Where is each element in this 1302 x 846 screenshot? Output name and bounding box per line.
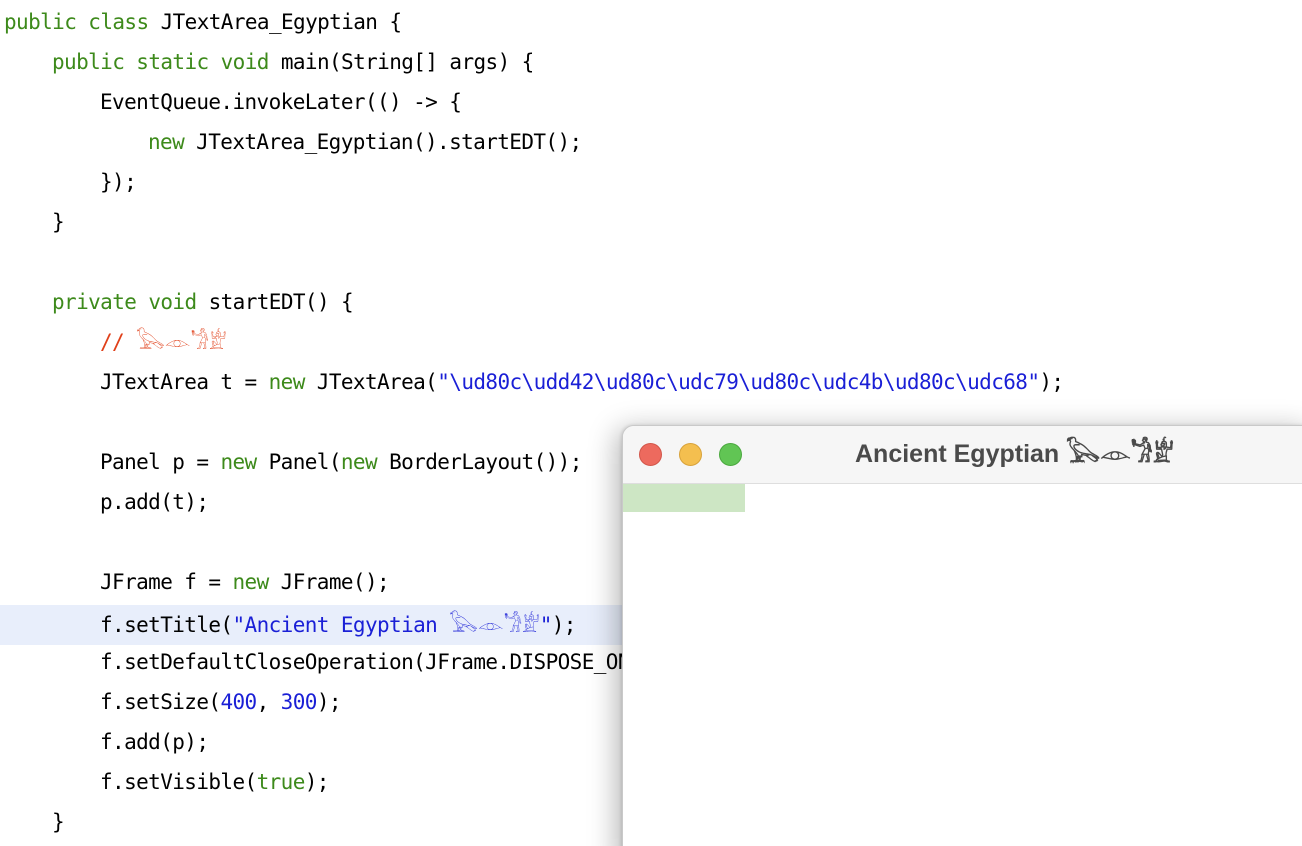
code-line[interactable] [0,242,1302,282]
code-line-text: public static void main(String[] args) { [52,42,534,82]
code-line-text: private void startEDT() { [52,282,354,322]
code-line-text: f.setVisible(true); [100,762,329,802]
code-token: main(String[] args) { [268,50,535,74]
code-line-text: Panel p = new Panel(new BorderLayout()); [100,442,582,482]
code-line[interactable]: public class JTextArea_Egyptian { [0,2,1302,42]
code-keyword: new [232,570,269,594]
code-line-text: // 𓅂𓁹𓁋𓁨 [100,322,227,362]
code-token: JTextArea_Egyptian().startEDT(); [184,130,582,154]
code-token: JFrame(); [268,570,390,594]
code-token: JTextArea( [304,370,438,394]
code-token: f.setVisible( [100,770,257,794]
window-titlebar[interactable]: Ancient Egyptian 𓅂𓁹𓁋𓁨 [623,426,1302,484]
code-comment: 𓅂𓁹𓁋𓁨 [136,330,227,354]
code-token: Panel( [256,450,342,474]
window-minimize-button[interactable] [679,443,702,466]
code-line[interactable]: private void startEDT() { [0,282,1302,322]
code-line-text: EventQueue.invokeLater(() -> { [100,82,462,122]
code-string: "\ud80c\udd42\ud80c\udc79\ud80c\udc4b\ud… [437,370,1040,394]
jtextarea[interactable] [623,484,1302,846]
code-string: "Ancient Egyptian [232,613,450,637]
code-number: 400 [220,690,257,714]
code-token: BorderLayout()); [377,450,582,474]
code-keyword: private void [52,290,197,314]
window-close-button[interactable] [639,443,662,466]
code-line-text: p.add(t); [100,482,209,522]
window-maximize-button[interactable] [719,443,742,466]
code-keyword: public static void [52,50,269,74]
code-line-text: f.setDefaultCloseOperation(JFrame.DISPOS… [100,642,631,682]
code-line-text: f.add(p); [100,722,209,762]
code-token: }); [100,170,137,194]
code-keyword: public class [4,10,149,34]
code-keyword: new [340,450,378,474]
code-line[interactable]: public static void main(String[] args) { [0,42,1302,82]
swing-window[interactable]: Ancient Egyptian 𓅂𓁹𓁋𓁨 [622,425,1302,846]
code-token: p.add(t); [100,490,209,514]
screen: public class JTextArea_Egyptian {public … [0,0,1302,846]
code-string: 𓅂𓁹𓁋𓁨 [449,613,540,637]
code-line-text: public class JTextArea_Egyptian { [4,2,402,42]
code-line-text: JFrame f = new JFrame(); [100,562,390,602]
code-line[interactable]: EventQueue.invokeLater(() -> { [0,82,1302,122]
code-token: startEDT() { [196,290,354,314]
code-token: f.add(p); [100,730,209,754]
code-token: JTextArea t = [100,370,269,394]
code-token: } [52,810,65,834]
code-line-text: f.setSize(400, 300); [100,682,342,722]
code-line-text: } [52,202,65,242]
code-token: , [256,690,281,714]
code-token: Panel p = [100,450,221,474]
code-token: } [52,210,65,234]
code-line-text: JTextArea t = new JTextArea("\ud80c\udd4… [100,362,1064,402]
code-token: ); [304,770,330,794]
code-line[interactable]: new JTextArea_Egyptian().startEDT(); [0,122,1302,162]
code-number: 300 [280,690,318,714]
code-line[interactable]: // 𓅂𓁹𓁋𓁨 [0,322,1302,362]
code-keyword: new [268,370,306,394]
code-comment: // [100,330,137,354]
code-line[interactable]: } [0,202,1302,242]
code-token: EventQueue.invokeLater(() -> { [100,90,462,114]
code-keyword: true [256,770,306,794]
code-token: JTextArea_Egyptian { [148,10,402,34]
code-line[interactable]: }); [0,162,1302,202]
code-token: ); [1039,370,1064,394]
code-string: " [539,613,553,637]
window-title: Ancient Egyptian 𓅂𓁹𓁋𓁨 [855,440,1174,468]
code-token: f.setSize( [100,690,221,714]
code-line-text: f.setTitle("Ancient Egyptian 𓅂𓁹𓁋𓁨"); [100,605,576,645]
code-token: f.setTitle( [100,613,233,637]
code-line-text: new JTextArea_Egyptian().startEDT(); [148,122,582,162]
code-line-text: } [52,802,65,842]
code-line-text: }); [100,162,137,202]
code-token: f.setDefaultCloseOperation(JFrame.DISPOS… [100,650,631,674]
code-token: ); [316,690,342,714]
code-keyword: new [148,130,185,154]
code-token: ); [551,613,577,637]
code-token: JFrame f = [100,570,233,594]
code-keyword: new [220,450,257,474]
code-line[interactable]: JTextArea t = new JTextArea("\ud80c\udd4… [0,362,1302,402]
